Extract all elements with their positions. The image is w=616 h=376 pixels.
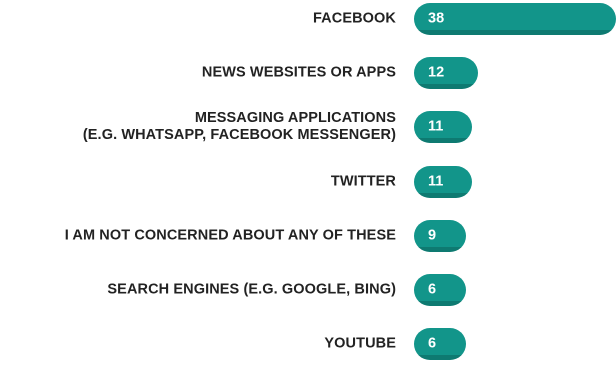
bar-value-label: 9 bbox=[428, 227, 437, 244]
bar-value-label: 11 bbox=[428, 118, 444, 135]
bar: 38 bbox=[414, 3, 616, 35]
category-label: NEWS WEBSITES OR APPS bbox=[201, 64, 396, 81]
bar-value-label: 12 bbox=[428, 64, 445, 81]
bar: 6 bbox=[414, 328, 466, 361]
bar: 12 bbox=[414, 57, 478, 90]
bar: 9 bbox=[414, 219, 466, 252]
category-label: TWITTER bbox=[330, 173, 396, 190]
category-label: MESSAGING APPLICATIONS (E.G. WHATSAPP, F… bbox=[82, 110, 396, 144]
category-label: FACEBOOK bbox=[313, 10, 396, 27]
bar-value-label: 11 bbox=[428, 173, 444, 190]
bar: 11 bbox=[414, 111, 473, 144]
category-label: SEARCH ENGINES (E.G. GOOGLE, BING) bbox=[107, 281, 396, 298]
bar-value-label: 6 bbox=[428, 335, 437, 352]
bar-value-label: 6 bbox=[428, 281, 437, 298]
category-label: I AM NOT CONCERNED ABOUT ANY OF THESE bbox=[64, 227, 396, 244]
chart-area: FACEBOOK 38 NEWS WEBSITES OR APPS 12 MESSAGI… bbox=[0, 0, 616, 376]
bar-value-label: 38 bbox=[428, 10, 445, 27]
bar: 11 bbox=[414, 165, 473, 198]
bar: 6 bbox=[414, 274, 466, 306]
category-label: YOUTUBE bbox=[324, 335, 396, 352]
